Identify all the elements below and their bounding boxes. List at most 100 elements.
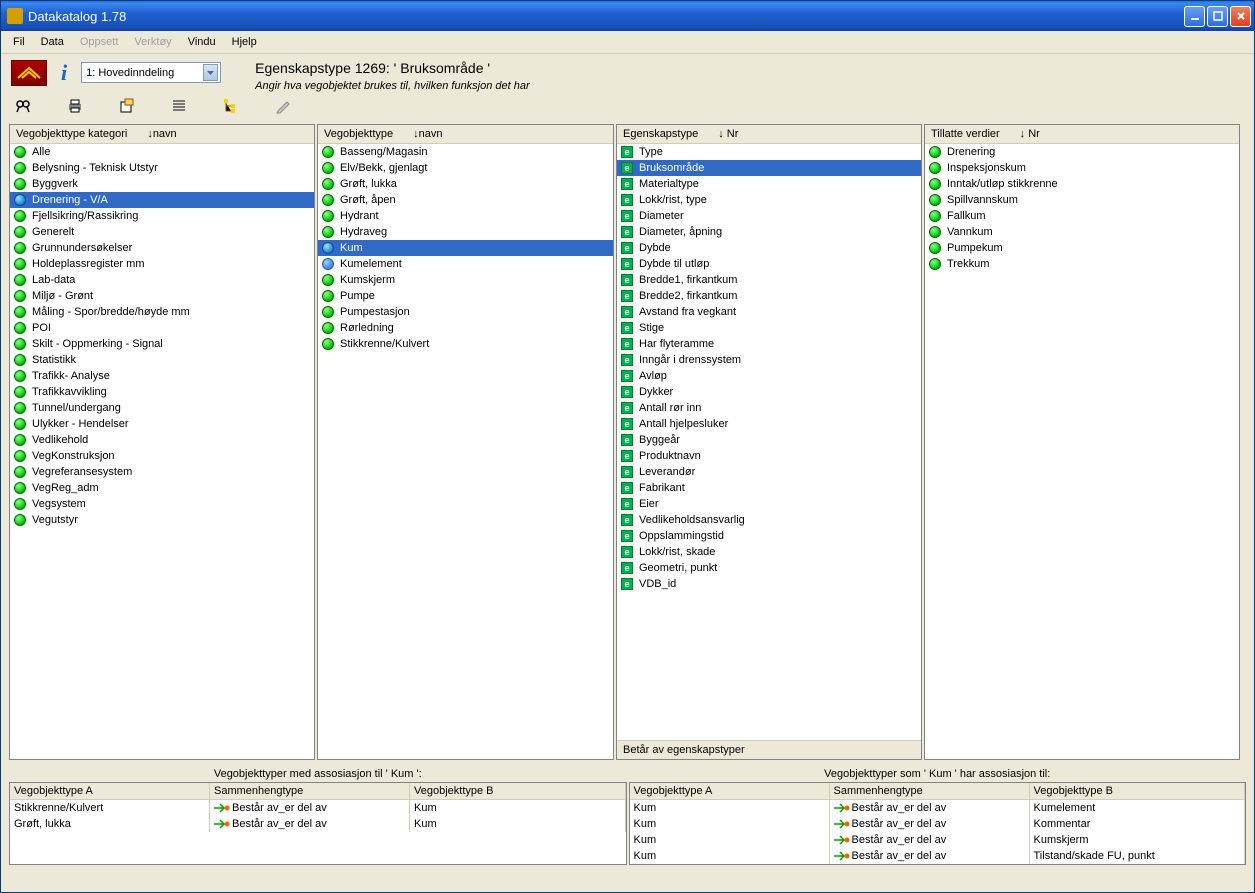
category-item[interactable]: Belysning - Teknisk Utstyr [10,160,314,176]
egenskapstype-item[interactable]: VDB_id [617,576,921,592]
egenskapstype-item[interactable]: Avløp [617,368,921,384]
egenskapstype-item[interactable]: Produktnavn [617,448,921,464]
search-icon[interactable] [15,98,31,114]
tillatt-verdi-item[interactable]: Fallkum [925,208,1239,224]
panel-tv-header2[interactable]: ↓ Nr [1020,128,1040,140]
assoc-left-body[interactable]: Stikkrenne/KulvertBestår av_er del avKum… [10,800,626,864]
window-minimize-button[interactable] [1184,6,1205,27]
panel-cat-body[interactable]: AlleBelysning - Teknisk UtstyrByggverkDr… [10,144,314,759]
combo-arrow-icon[interactable] [203,64,218,81]
egenskapstype-item[interactable]: Bredde2, firkantkum [617,288,921,304]
assoc-col-b[interactable]: Vegobjekttype B [1030,783,1246,800]
vegobjekttype-item[interactable]: Hydraveg [318,224,613,240]
panel-vot-header1[interactable]: Vegobjekttype [324,128,393,140]
category-item[interactable]: Vegsystem [10,496,314,512]
assoc-right-body[interactable]: KumBestår av_er del avKumelementKumBestå… [630,800,1246,864]
category-item[interactable]: Trafikkavvikling [10,384,314,400]
category-item[interactable]: Byggverk [10,176,314,192]
egenskapstype-item[interactable]: Antall rør inn [617,400,921,416]
vegobjekttype-item[interactable]: Kumelement [318,256,613,272]
tillatt-verdi-item[interactable]: Pumpekum [925,240,1239,256]
category-item[interactable]: Drenering - V/A [10,192,314,208]
vegobjekttype-item[interactable]: Grøft, åpen [318,192,613,208]
category-item[interactable]: Miljø - Grønt [10,288,314,304]
category-item[interactable]: Ulykker - Hendelser [10,416,314,432]
egenskapstype-item[interactable]: Dybde til utløp [617,256,921,272]
panel-egt-header1[interactable]: Egenskapstype [623,128,698,140]
vegobjekttype-item[interactable]: Hydrant [318,208,613,224]
egenskapstype-item[interactable]: Lokk/rist, skade [617,544,921,560]
category-item[interactable]: Tunnel/undergang [10,400,314,416]
egenskapstype-item[interactable]: Dykker [617,384,921,400]
vegobjekttype-item[interactable]: Pumpe [318,288,613,304]
category-item[interactable]: Alle [10,144,314,160]
vegobjekttype-item[interactable]: Basseng/Magasin [318,144,613,160]
assoc-row[interactable]: KumBestår av_er del avKumelement [630,800,1246,816]
category-item[interactable]: Trafikk- Analyse [10,368,314,384]
panel-egt-body[interactable]: TypeBruksområdeMaterialtypeLokk/rist, ty… [617,144,921,740]
egenskapstype-item[interactable]: Diameter, åpning [617,224,921,240]
egenskapstype-item[interactable]: Bruksområde [617,160,921,176]
egenskapstype-item[interactable]: Bredde1, firkantkum [617,272,921,288]
vegobjekttype-item[interactable]: Kumskjerm [318,272,613,288]
category-item[interactable]: VegKonstruksjon [10,448,314,464]
category-item[interactable]: Fjellsikring/Rassikring [10,208,314,224]
tree-icon[interactable] [223,98,239,114]
category-item[interactable]: Vegreferansesystem [10,464,314,480]
category-item[interactable]: Lab-data [10,272,314,288]
category-item[interactable]: Grunnundersøkelser [10,240,314,256]
assoc-col-s[interactable]: Sammenhengtype [830,783,1030,800]
print-icon[interactable] [67,98,83,114]
egenskapstype-item[interactable]: Har flyteramme [617,336,921,352]
category-item[interactable]: Statistikk [10,352,314,368]
menu-fil[interactable]: Fil [5,33,33,51]
panel-cat-header2[interactable]: ↓navn [147,128,176,140]
tillatt-verdi-item[interactable]: Inspeksjonskum [925,160,1239,176]
egenskapstype-item[interactable]: Materialtype [617,176,921,192]
egenskapstype-item[interactable]: Byggeår [617,432,921,448]
egenskapstype-item[interactable]: Antall hjelpesluker [617,416,921,432]
egenskapstype-item[interactable]: Type [617,144,921,160]
egenskapstype-item[interactable]: Fabrikant [617,480,921,496]
menu-data[interactable]: Data [33,33,72,51]
category-item[interactable]: Generelt [10,224,314,240]
assoc-row[interactable]: Stikkrenne/KulvertBestår av_er del avKum [10,800,626,816]
panel-tv-header1[interactable]: Tillatte verdier [931,128,1000,140]
hovedinndeling-combo[interactable]: 1: Hovedinndeling [81,62,221,83]
egenskapstype-item[interactable]: Oppslammingstid [617,528,921,544]
category-item[interactable]: Vegutstyr [10,512,314,528]
egenskapstype-item[interactable]: Geometri, punkt [617,560,921,576]
category-item[interactable]: Skilt - Oppmerking - Signal [10,336,314,352]
egenskapstype-item[interactable]: Vedlikeholdsansvarlig [617,512,921,528]
tillatt-verdi-item[interactable]: Spillvannskum [925,192,1239,208]
egenskapstype-item[interactable]: Stige [617,320,921,336]
tillatt-verdi-item[interactable]: Trekkum [925,256,1239,272]
vegobjekttype-item[interactable]: Rørledning [318,320,613,336]
assoc-col-a[interactable]: Vegobjekttype A [630,783,830,800]
vegobjekttype-item[interactable]: Grøft, lukka [318,176,613,192]
menu-hjelp[interactable]: Hjelp [224,33,265,51]
list-icon[interactable] [171,98,187,114]
panel-cat-header1[interactable]: Vegobjekttype kategori [16,128,127,140]
vegobjekttype-item[interactable]: Kum [318,240,613,256]
assoc-row[interactable]: KumBestår av_er del avKommentar [630,816,1246,832]
edit-icon[interactable] [275,98,291,114]
egenskapstype-item[interactable]: Dybde [617,240,921,256]
category-item[interactable]: VegReg_adm [10,480,314,496]
vegobjekttype-item[interactable]: Elv/Bekk, gjenlagt [318,160,613,176]
category-item[interactable]: Holdeplassregister mm [10,256,314,272]
assoc-row[interactable]: KumBestår av_er del avKumskjerm [630,832,1246,848]
assoc-row[interactable]: Grøft, lukkaBestår av_er del avKum [10,816,626,832]
window-close-button[interactable] [1230,6,1251,27]
assoc-col-s[interactable]: Sammenhengtype [210,783,410,800]
category-item[interactable]: Vedlikehold [10,432,314,448]
tillatt-verdi-item[interactable]: Drenering [925,144,1239,160]
panel-vot-body[interactable]: Basseng/MagasinElv/Bekk, gjenlagtGrøft, … [318,144,613,759]
assoc-col-a[interactable]: Vegobjekttype A [10,783,210,800]
category-item[interactable]: Måling - Spor/bredde/høyde mm [10,304,314,320]
egenskapstype-item[interactable]: Diameter [617,208,921,224]
info-icon[interactable]: i [57,60,71,86]
panel-egt-header2[interactable]: ↓ Nr [718,128,738,140]
tillatt-verdi-item[interactable]: Inntak/utløp stikkrenne [925,176,1239,192]
panel-tv-body[interactable]: DreneringInspeksjonskumInntak/utløp stik… [925,144,1239,759]
